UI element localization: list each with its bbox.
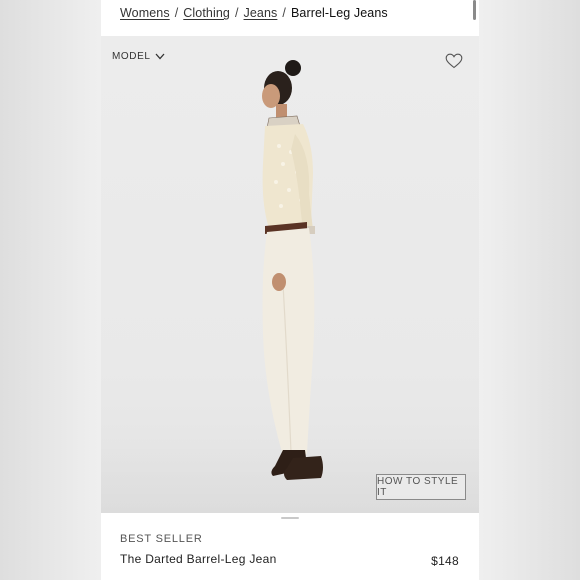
breadcrumb-separator: /	[282, 6, 286, 20]
breadcrumb-separator: /	[174, 6, 179, 20]
breadcrumb: Womens / Clothing / Jeans / Barrel-Leg Jeans	[120, 6, 388, 20]
product-image-gallery[interactable]: MODEL HOW TO STYLE IT	[101, 36, 479, 513]
breadcrumb-current: Barrel-Leg Jeans	[290, 6, 388, 20]
breadcrumb-link-clothing[interactable]: Clothing	[183, 6, 230, 20]
product-page: Womens / Clothing / Jeans / Barrel-Leg Jeans M…	[101, 0, 479, 580]
product-title: The Darted Barrel-Leg Jean	[120, 552, 277, 566]
breadcrumb-link-womens[interactable]: Womens	[120, 6, 170, 20]
drag-handle[interactable]	[281, 517, 299, 519]
breadcrumb-separator: /	[234, 6, 239, 20]
model-photo	[262, 60, 323, 480]
scrollbar[interactable]	[473, 0, 476, 20]
breadcrumb-link-jeans[interactable]: Jeans	[244, 6, 278, 20]
model-toggle[interactable]: MODEL	[112, 51, 165, 62]
chevron-down-icon	[155, 53, 165, 60]
heart-icon[interactable]	[445, 53, 463, 69]
product-price: $148	[431, 554, 459, 568]
best-seller-badge: BEST SELLER	[120, 533, 203, 545]
how-to-style-label: HOW TO STYLE IT	[377, 476, 459, 498]
how-to-style-button[interactable]: HOW TO STYLE IT	[376, 474, 466, 500]
model-toggle-label: MODEL	[112, 51, 151, 62]
